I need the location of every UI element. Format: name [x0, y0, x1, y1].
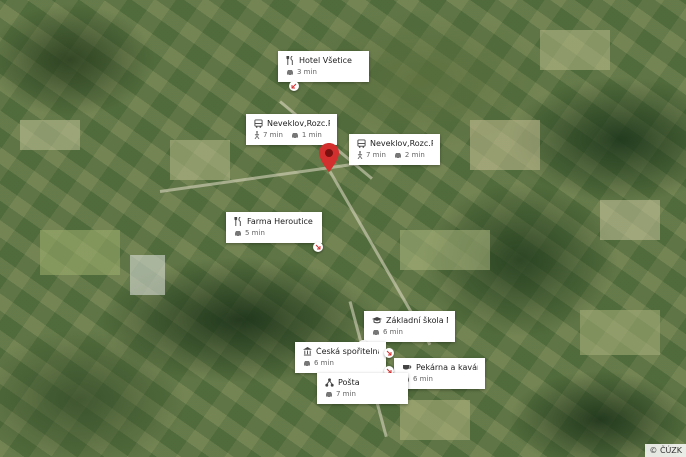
walk-icon [357, 151, 363, 159]
drive-time: 7 min [325, 390, 356, 398]
drive-time: 6 min [372, 328, 403, 336]
field-patch [20, 120, 80, 150]
car-icon [291, 132, 299, 139]
drive-time: 5 min [234, 229, 265, 237]
poi-name: Farma Heroutice [247, 217, 313, 226]
poi-card-bus-stop-2[interactable]: Neveklov,Rozc.Pr... 7 min 2 min [349, 134, 440, 165]
car-icon [325, 391, 333, 398]
bus-icon [357, 139, 366, 148]
field-patch [170, 140, 230, 180]
poi-name: Neveklov,Rozc.Pr... [267, 119, 330, 128]
poi-card-hotel-vsetice[interactable]: Hotel Všetice 3 min [278, 51, 369, 82]
poi-card-zakladni-skola[interactable]: Základní škola N... 6 min [364, 311, 455, 342]
drive-time: 1 min [291, 131, 322, 139]
poi-name: Neveklov,Rozc.Pr... [370, 139, 433, 148]
cafe-icon [402, 363, 412, 372]
map-attribution: © ČÚZK [645, 444, 686, 457]
car-icon [303, 360, 311, 367]
post-office-icon [325, 378, 334, 387]
poi-card-farma-heroutice[interactable]: Farma Heroutice 5 min [226, 212, 322, 243]
poi-connector [289, 81, 299, 91]
field-patch [540, 30, 610, 70]
car-icon [286, 69, 294, 76]
car-icon [394, 152, 402, 159]
field-patch [40, 230, 120, 275]
drive-time: 6 min [303, 359, 334, 367]
field-patch [400, 400, 470, 440]
bank-icon [303, 347, 312, 356]
poi-card-ceska-sporitelna[interactable]: Česká spořitelna 6 min [295, 342, 386, 373]
location-pin-icon[interactable] [318, 143, 340, 173]
drive-time: 3 min [286, 68, 317, 76]
poi-name: Pošta [338, 378, 360, 387]
restaurant-icon [234, 217, 243, 226]
walk-time: 7 min [357, 151, 386, 159]
field-patch [600, 200, 660, 240]
bus-icon [254, 119, 263, 128]
walk-icon [254, 131, 260, 139]
walk-time: 7 min [254, 131, 283, 139]
poi-card-bus-stop-1[interactable]: Neveklov,Rozc.Pr... 7 min 1 min [246, 114, 337, 145]
poi-name: Hotel Všetice [299, 56, 352, 65]
restaurant-icon [286, 56, 295, 65]
poi-name: Česká spořitelna [316, 347, 379, 356]
car-icon [372, 329, 380, 336]
drive-time: 2 min [394, 151, 425, 159]
school-icon [372, 316, 382, 325]
poi-name: Základní škola N... [386, 316, 448, 325]
poi-connector [313, 242, 323, 252]
poi-card-posta[interactable]: Pošta 7 min [317, 373, 408, 404]
building-patch [130, 255, 165, 295]
poi-connector [384, 348, 394, 358]
field-patch [580, 310, 660, 355]
car-icon [234, 230, 242, 237]
field-patch [400, 230, 490, 270]
poi-name: Pekárna a kavárn... [416, 363, 478, 372]
field-patch [470, 120, 540, 170]
